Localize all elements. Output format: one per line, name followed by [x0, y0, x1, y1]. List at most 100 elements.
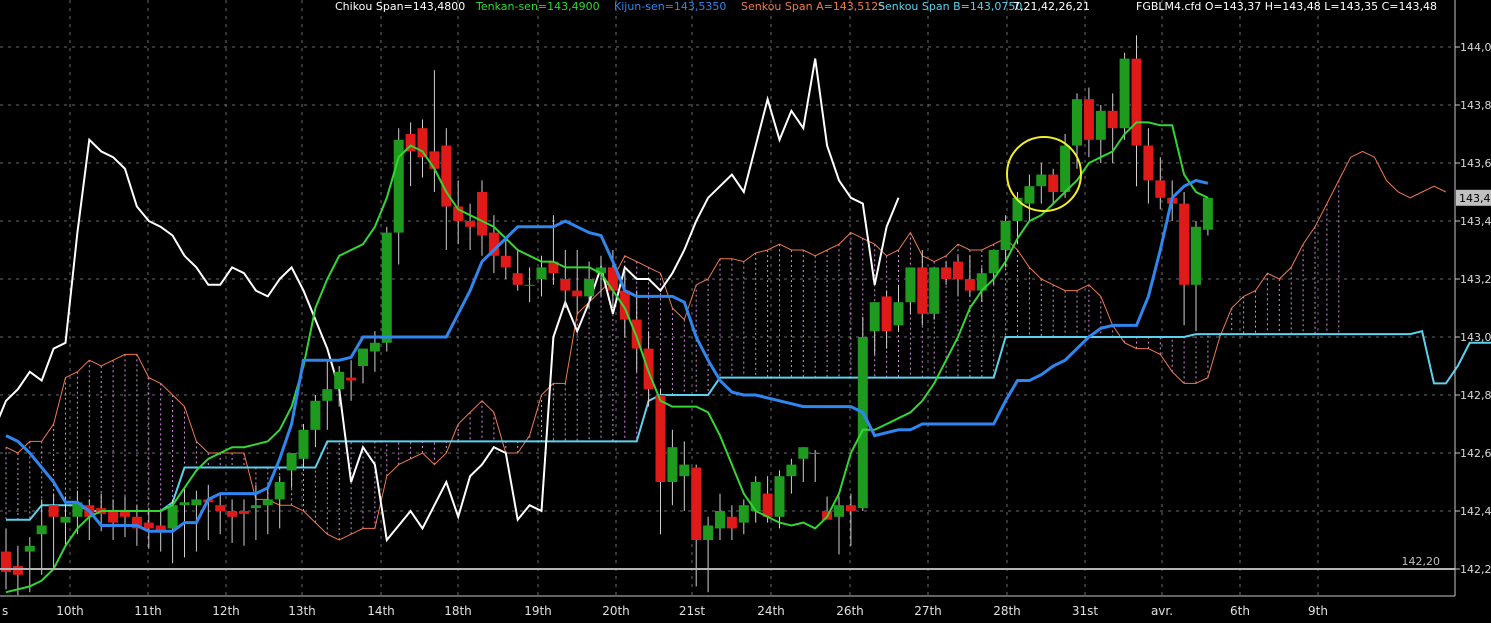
y-tick-label-1: 143,80 — [1460, 99, 1491, 112]
senkou-a-line — [5, 150, 1447, 541]
params-value: 7,21,42,26,21 — [1013, 0, 1090, 13]
x-tick-label-4: 13th — [288, 604, 316, 618]
candle-body-44 — [524, 284, 535, 286]
candle-body-55 — [655, 395, 666, 482]
tenkan-value: Tenkan-sen=143,4900 — [476, 0, 600, 13]
candle-body-87 — [1036, 174, 1047, 187]
chikou-value: Chikou Span=143,4800 — [335, 0, 466, 13]
candle-body-84 — [1000, 221, 1011, 250]
candle-body-77 — [917, 267, 928, 314]
senkou-b-value: Senkou Span B=143,0750 — [878, 0, 1023, 13]
candle-body-29 — [346, 377, 357, 381]
candle-body-83 — [988, 250, 999, 274]
candle-body-36 — [429, 151, 440, 169]
candle-body-16 — [191, 499, 202, 506]
x-tick-label-6: 18th — [444, 604, 472, 618]
candle-body-61 — [726, 516, 737, 529]
y-tick-label-6: 142,80 — [1460, 389, 1491, 402]
candle-body-2 — [24, 545, 35, 552]
x-tick-label-16: 6th — [1230, 604, 1250, 618]
x-tick-label-1: 10th — [56, 604, 84, 618]
candle-body-45 — [536, 267, 547, 279]
x-tick-label-8: 20th — [602, 604, 630, 618]
candle-body-89 — [1060, 145, 1071, 192]
candle-body-47 — [560, 279, 571, 291]
candle-body-43 — [512, 273, 523, 285]
candle-body-95 — [1131, 58, 1142, 146]
candle-body-68 — [810, 453, 821, 454]
candle-body-26 — [310, 400, 321, 430]
candle-body-79 — [941, 267, 952, 279]
candle-body-65 — [774, 476, 785, 517]
candle-body-92 — [1095, 110, 1106, 140]
candle-body-90 — [1072, 99, 1082, 146]
candle-body-76 — [905, 267, 916, 303]
candle-body-19 — [227, 511, 238, 517]
candle-body-85 — [1012, 197, 1023, 221]
x-tick-label-5: 14th — [367, 604, 395, 618]
candle-body-75 — [893, 302, 904, 326]
candle-body-39 — [465, 221, 476, 227]
senkou-a-value: Senkou Span A=143,5125 — [741, 0, 886, 13]
x-tick-label-15: avr. — [1151, 604, 1173, 618]
candle-body-22 — [262, 499, 273, 506]
candle-body-80 — [953, 261, 963, 279]
indicator-header: Chikou Span=143,4800 Tenkan-sen=143,4900… — [0, 0, 1491, 14]
x-tick-label-10: 24th — [757, 604, 785, 618]
candle-body-62 — [738, 505, 749, 523]
candle-body-5 — [60, 516, 71, 523]
kijun-value: Kijun-sen=143,5350 — [614, 0, 727, 13]
ichimoku-chart[interactable]: 142,20 144,00 143,80 143,60 143,40 143,20 143,… — [0, 0, 1491, 623]
candle-body-99 — [1179, 203, 1190, 285]
candle-body-86 — [1024, 186, 1035, 204]
x-tick-label-12: 27th — [914, 604, 942, 618]
x-tick-label-9: 21st — [679, 604, 706, 618]
candle-body-21 — [250, 505, 261, 509]
candle-body-40 — [477, 192, 487, 236]
candle-body-20 — [239, 511, 249, 514]
candle-body-14 — [167, 505, 178, 529]
x-tick-label-2: 11th — [134, 604, 162, 618]
candle-body-12 — [143, 522, 154, 529]
y-tick-label-2: 143,60 — [1460, 157, 1491, 170]
candle-body-59 — [703, 525, 714, 540]
candle-body-18 — [215, 505, 226, 511]
x-tick-label-17: 9th — [1308, 604, 1328, 618]
chart-area[interactable]: 142,20 144,00 143,80 143,60 143,40 143,20 143,… — [0, 0, 1491, 623]
candle-body-64 — [762, 493, 773, 517]
candle-body-23 — [274, 482, 285, 500]
candle-body-1 — [12, 566, 23, 575]
y-tick-label-9: 142,20 — [1460, 563, 1491, 576]
candle-body-3 — [36, 525, 47, 535]
y-tick-label-5: 143,00 — [1460, 331, 1491, 344]
candle-body-93 — [1107, 110, 1118, 129]
candle-body-71 — [845, 505, 856, 511]
candles — [1, 35, 1213, 596]
x-tick-label-11: 26th — [836, 604, 864, 618]
candle-body-15 — [179, 502, 190, 506]
candle-body-60 — [715, 511, 725, 529]
y-tick-label-7: 142,60 — [1460, 447, 1491, 460]
candle-body-57 — [679, 464, 690, 477]
candle-body-28 — [334, 371, 345, 390]
candle-body-25 — [298, 429, 309, 459]
candle-body-30 — [358, 348, 368, 366]
candle-body-42 — [500, 255, 511, 268]
candle-body-66 — [786, 464, 797, 477]
candle-body-91 — [1083, 99, 1094, 140]
y-tick-label-4: 143,20 — [1460, 273, 1491, 286]
candle-body-101 — [1202, 197, 1213, 230]
x-tick-label-7: 19th — [524, 604, 552, 618]
candle-body-24 — [286, 453, 297, 471]
candle-body-72 — [857, 337, 868, 509]
candle-body-58 — [691, 467, 702, 540]
candle-body-74 — [881, 296, 892, 332]
candle-body-67 — [798, 447, 809, 459]
kijun-line — [5, 178, 1209, 533]
candle-body-100 — [1191, 226, 1201, 285]
candle-body-31 — [369, 342, 380, 352]
quote-value: FGBLM4.cfd O=143,37 H=143,48 L=143,35 C=… — [1136, 0, 1437, 13]
y-tick-label-8: 142,40 — [1460, 505, 1491, 518]
candle-body-4 — [48, 505, 59, 517]
current-price-label: 143,48 — [1459, 192, 1491, 205]
